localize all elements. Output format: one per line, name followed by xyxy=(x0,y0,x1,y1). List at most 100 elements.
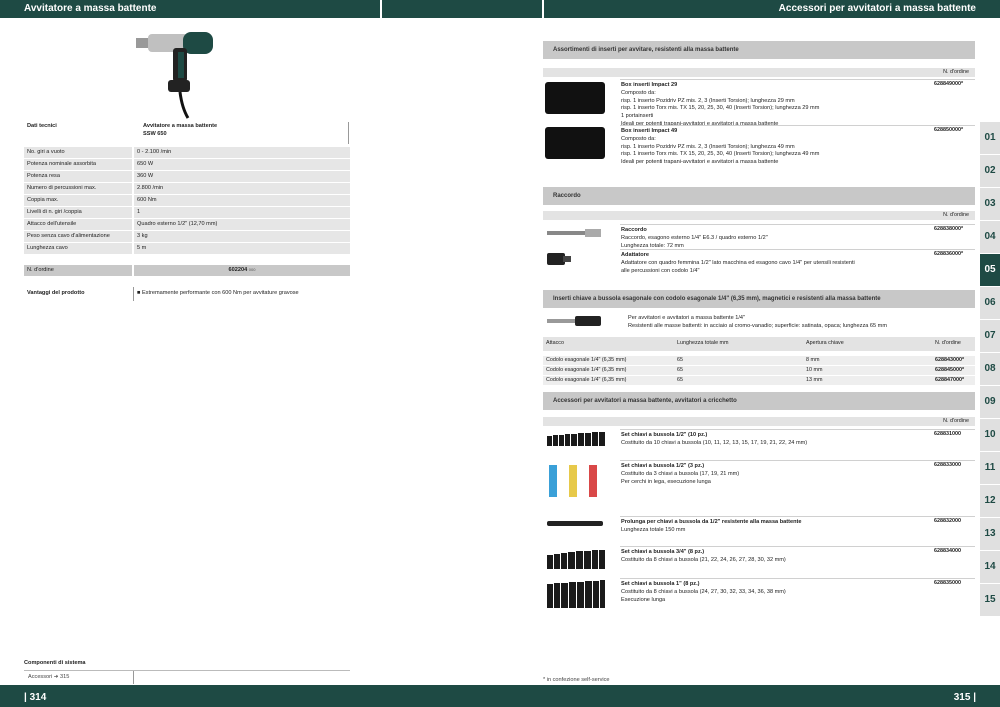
spec-row: Livelli di n. giri /coppia 1 xyxy=(24,207,350,219)
item-line: Composto da: xyxy=(621,135,656,142)
item-line: Esecuzione lunga xyxy=(621,596,666,603)
item-name: Prolunga per chiavi a bussola da 1/2" re… xyxy=(621,519,802,525)
table-cell: Codolo esagonale 1/4" (6,35 mm) xyxy=(546,377,627,383)
item-order-number: 628833000 xyxy=(934,462,961,468)
chapter-tab-11[interactable]: 11 xyxy=(980,452,1000,484)
product-name: Avvitatore a massa battente xyxy=(143,123,218,129)
spec-row: Potenza resa 360 W xyxy=(24,171,350,183)
item-order-number: 628835000 xyxy=(934,580,961,586)
item-order-number: 628836000* xyxy=(934,251,964,257)
socket-set-1-image xyxy=(547,580,605,608)
table-cell: 628845000* xyxy=(935,367,965,373)
spec-row: No. giri a vuoto 0 - 2.100 /min xyxy=(24,147,350,159)
item-line: alle percussioni con codolo 1/4" xyxy=(621,267,700,274)
chapter-tab-04[interactable]: 04 xyxy=(980,221,1000,253)
advantage-item: ■ Estremamente performante con 600 Nm pe… xyxy=(137,290,299,296)
section-title-impact-accessories: Accessori per avvitatori a massa battent… xyxy=(543,392,975,410)
item-order-number: 628849000* xyxy=(934,81,964,87)
row-divider xyxy=(620,224,975,225)
table-cell: 10 mm xyxy=(806,367,823,373)
item-order-number: 628831000 xyxy=(934,431,961,437)
item-order-number: 628838000* xyxy=(934,226,964,232)
table-cell: 628847000* xyxy=(935,377,965,383)
section2-table-header: N. d'ordine xyxy=(543,211,975,220)
order-number-suffix: 000 xyxy=(248,267,256,272)
section-title-bit-sets: Assortimenti di inserti per avvitare, re… xyxy=(543,41,975,59)
chapter-tab-01[interactable]: 01 xyxy=(980,122,1000,154)
header-divider-bar xyxy=(382,0,542,18)
chapter-tab-13[interactable]: 13 xyxy=(980,518,1000,550)
item-line: 1 portainserti xyxy=(621,113,654,120)
spec-label: Potenza nominale assorbita xyxy=(24,159,132,170)
item-name: Set chiavi a bussola 3/4" (8 pz.) xyxy=(621,549,705,555)
section-title-raccordo: Raccordo xyxy=(543,187,975,205)
item-line: risp. 1 inserto Torx mis. TX 15, 20, 25,… xyxy=(621,105,820,112)
item-name: Set chiavi a bussola 1/2" (3 pz.) xyxy=(621,463,705,469)
hex-socket-desc-2: Resistenti alle masse battenti: in accia… xyxy=(628,323,888,329)
order-label: N. d'ordine xyxy=(24,265,132,276)
spec-row: Potenza nominale assorbita 650 W xyxy=(24,159,350,171)
item-line: risp. 1 inserto Torx mis. TX 15, 20, 25,… xyxy=(621,151,820,158)
adattatore-image xyxy=(547,253,571,265)
spec-row: Peso senza cavo d'alimentazione 3 kg xyxy=(24,231,350,243)
advantages-divider xyxy=(133,287,134,301)
spec-row: Numero di percussioni max. 2.800 /min xyxy=(24,183,350,195)
spec-label: Attacco dell'utensile xyxy=(24,219,132,230)
spec-value: 0 - 2.100 /min xyxy=(134,147,350,158)
item-line: Per cerchi in lega, esecuzione lunga xyxy=(621,478,711,485)
item-line: Costituito da 3 chiavi a bussola (17, 19… xyxy=(621,470,740,477)
row-divider xyxy=(620,125,975,126)
chapter-tab-09[interactable]: 09 xyxy=(980,386,1000,418)
spec-row: Coppia max. 600 Nm xyxy=(24,195,350,207)
item-name: Raccordo xyxy=(621,227,647,233)
order-number-cell: 602204 000 xyxy=(134,265,350,276)
spec-value: Quadro esterno 1/2" (12,70 mm) xyxy=(134,219,350,230)
chapter-tab-05[interactable]: 05 xyxy=(980,254,1000,286)
spec-label: Coppia max. xyxy=(24,195,132,206)
item-line: Adattatore con quadro femmina 1/2" lato … xyxy=(621,259,855,266)
row-divider xyxy=(620,578,975,579)
chapter-tab-14[interactable]: 14 xyxy=(980,551,1000,583)
spec-label: Lunghezza cavo xyxy=(24,243,132,254)
impact-wrench-image xyxy=(136,32,213,119)
row-divider xyxy=(620,516,975,517)
section4-table-header: N. d'ordine xyxy=(543,417,975,426)
chapter-tab-12[interactable]: 12 xyxy=(980,485,1000,517)
spec-label: Livelli di n. giri /coppia xyxy=(24,207,132,218)
extension-bar-image xyxy=(547,521,603,526)
item-line: Lunghezza totale 150 mm xyxy=(621,526,686,533)
socket-set-3-image xyxy=(549,465,597,497)
page-number-left: | 314 xyxy=(24,692,47,703)
row-divider xyxy=(620,546,975,547)
spec-value: 1 xyxy=(134,207,350,218)
table-cell: 65 xyxy=(677,377,683,383)
item-line: Composto da: xyxy=(621,89,656,96)
advantages-label: Vantaggi del prodotto xyxy=(27,290,85,296)
table-cell: 13 mm xyxy=(806,377,823,383)
chapter-tab-06[interactable]: 06 xyxy=(980,287,1000,319)
row-divider xyxy=(620,429,975,430)
table-cell: 628843000* xyxy=(935,357,965,363)
table-cell: 8 mm xyxy=(806,357,820,363)
accessories-link[interactable]: Accessori ➜ 315 xyxy=(28,673,69,681)
chapter-tab-10[interactable]: 10 xyxy=(980,419,1000,451)
chapter-tab-02[interactable]: 02 xyxy=(980,155,1000,187)
item-line: Costituito da 8 chiavi a bussola (24, 27… xyxy=(621,588,786,595)
chapter-tab-03[interactable]: 03 xyxy=(980,188,1000,220)
spec-value: 600 Nm xyxy=(134,195,350,206)
col-apertura: Apertura chiave xyxy=(806,340,844,346)
socket-set-10-image xyxy=(547,432,605,446)
spec-label: Potenza resa xyxy=(24,171,132,182)
item-line: Ideali per potenti trapani-avvitatori e … xyxy=(621,159,779,166)
row-divider xyxy=(620,249,975,250)
page-number-right: 315 | xyxy=(953,692,976,703)
table-row: Codolo esagonale 1/4" (6,35 mm) 65 8 mm 628… xyxy=(543,356,975,365)
chapter-tab-08[interactable]: 08 xyxy=(980,353,1000,385)
chapter-tab-07[interactable]: 07 xyxy=(980,320,1000,352)
spec-value: 2.800 /min xyxy=(134,183,350,194)
system-col-divider xyxy=(133,671,134,684)
order-col-header: N. d'ordine xyxy=(943,418,969,424)
chapter-tab-15[interactable]: 15 xyxy=(980,584,1000,616)
section3-table-header: Attacco Lunghezza totale mm Apertura chi… xyxy=(543,337,975,351)
table-cell: Codolo esagonale 1/4" (6,35 mm) xyxy=(546,357,627,363)
